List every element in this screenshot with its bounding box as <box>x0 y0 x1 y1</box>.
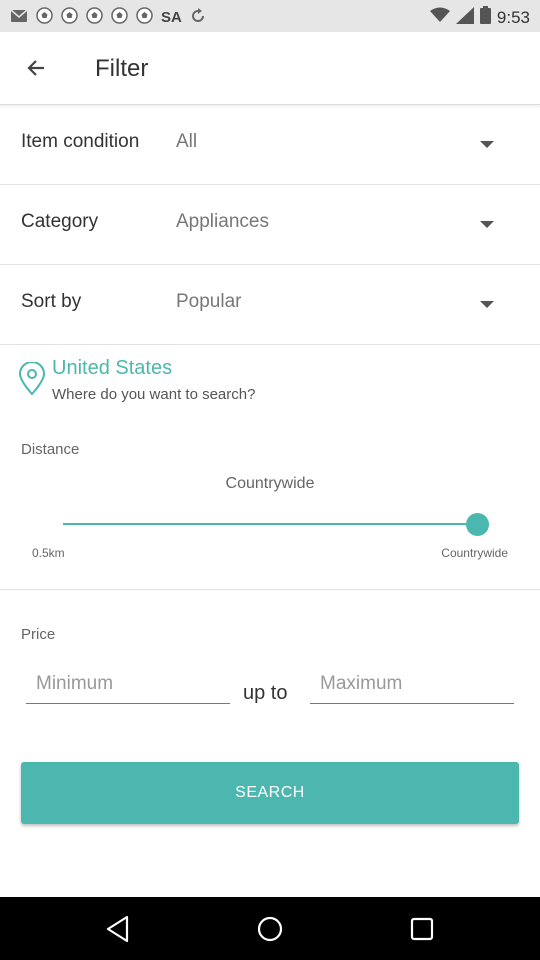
soccer-ball-icon <box>36 7 53 29</box>
soccer-ball-icon <box>61 7 78 29</box>
distance-slider-track[interactable] <box>63 523 477 525</box>
system-icons: 9:53 <box>429 6 530 29</box>
search-button[interactable]: SEARCH <box>21 762 519 824</box>
recents-square-icon[interactable] <box>406 913 438 945</box>
max-price-input[interactable] <box>310 664 514 704</box>
soccer-ball-icon <box>86 7 103 29</box>
status-time: 9:53 <box>496 7 530 27</box>
status-bar: SA 9:53 <box>0 0 540 32</box>
location-title: United States <box>52 357 173 379</box>
wifi-icon <box>429 7 450 28</box>
distance-slider-thumb[interactable] <box>466 513 489 536</box>
home-circle-icon[interactable] <box>254 913 286 945</box>
dropdown-arrow-icon[interactable] <box>480 301 494 308</box>
category-label: Category <box>21 211 99 232</box>
page-title: Filter <box>95 55 149 82</box>
soccer-ball-icon <box>111 7 128 29</box>
email-icon <box>10 8 28 28</box>
price-label: Price <box>21 626 56 643</box>
item-condition-row: Item condition All <box>0 105 540 185</box>
min-price-input[interactable] <box>26 664 230 704</box>
back-arrow-icon <box>27 59 45 82</box>
battery-icon <box>479 6 491 29</box>
section-divider <box>0 589 540 590</box>
sort-by-label: Sort by <box>21 291 82 312</box>
location-selector[interactable]: United States Where do you want to searc… <box>0 346 540 416</box>
price-separator: up to <box>243 682 288 704</box>
distance-label: Distance <box>21 441 80 458</box>
distance-value: Countrywide <box>225 475 315 492</box>
app-bar: Filter <box>0 32 540 105</box>
distance-min-label: 0.5km <box>32 546 65 560</box>
soccer-ball-icon <box>136 7 153 29</box>
dropdown-arrow-icon[interactable] <box>480 141 494 148</box>
refresh-icon <box>190 7 206 29</box>
carrier-label: SA <box>161 9 182 26</box>
location-pin-icon <box>18 361 46 401</box>
sort-by-select[interactable]: Popular <box>176 291 242 313</box>
dropdown-arrow-icon[interactable] <box>480 221 494 228</box>
location-subtitle: Where do you want to search? <box>52 386 256 403</box>
sort-by-row: Sort by Popular <box>0 265 540 345</box>
item-condition-label: Item condition <box>21 131 140 152</box>
navigation-bar <box>0 897 540 960</box>
back-button[interactable] <box>18 52 54 88</box>
signal-icon <box>455 6 474 29</box>
back-triangle-icon[interactable] <box>102 913 134 945</box>
distance-max-label: Countrywide <box>441 546 508 560</box>
notification-icons: SA <box>10 7 206 29</box>
category-row: Category Appliances <box>0 185 540 265</box>
category-select[interactable]: Appliances <box>176 211 269 233</box>
item-condition-select[interactable]: All <box>176 131 197 153</box>
